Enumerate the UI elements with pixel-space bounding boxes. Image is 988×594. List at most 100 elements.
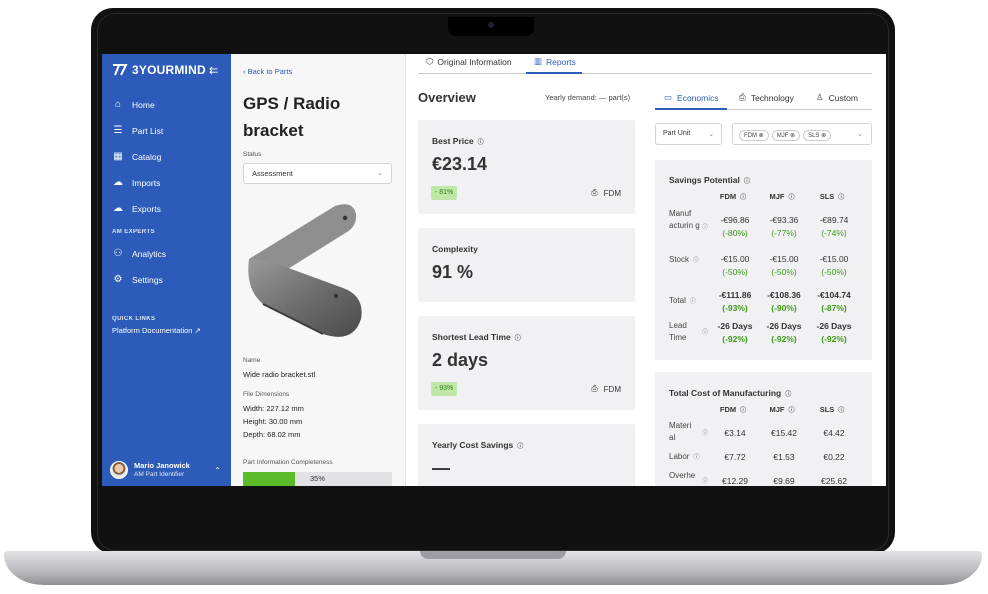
overview-heading: Overview bbox=[418, 90, 476, 105]
tab-technology[interactable]: ⎙ Technology bbox=[739, 92, 794, 103]
cost-cell: €25.62 bbox=[821, 476, 847, 486]
info-icon[interactable]: ⓘ bbox=[838, 195, 844, 201]
complexity-card: Complexity 91 % bbox=[418, 228, 635, 302]
sidebar-item-settings[interactable]: ⚙ Settings bbox=[112, 274, 163, 285]
info-icon[interactable]: ⓘ bbox=[515, 336, 521, 342]
complexity-value: 91 % bbox=[432, 262, 474, 282]
name-label: Name bbox=[243, 357, 261, 364]
cell-value: -26 Days bbox=[717, 321, 753, 331]
back-to-parts-link[interactable]: ‹ Back to Parts bbox=[243, 67, 292, 76]
tab-reports[interactable]: ▥ Reports bbox=[534, 56, 576, 67]
cell-percent: (-90%) bbox=[771, 303, 797, 313]
platform-documentation-link[interactable]: Platform Documentation ↗ bbox=[112, 326, 201, 335]
info-icon[interactable]: ⓘ bbox=[690, 299, 696, 305]
part-unit-select[interactable]: Part Unit ⌄ bbox=[655, 123, 722, 145]
cell-percent: (-92%) bbox=[771, 334, 797, 344]
card-title: Yearly Cost Savings ⓘ bbox=[432, 440, 523, 450]
card-title: Complexity bbox=[432, 244, 478, 254]
brand-logo[interactable]: 3YOURMIND bbox=[112, 62, 206, 78]
tab-custom[interactable]: ♙ Custom bbox=[816, 92, 858, 103]
info-icon[interactable]: ⓘ bbox=[517, 444, 523, 450]
info-icon[interactable]: ⓘ bbox=[740, 195, 746, 201]
info-icon[interactable]: ⓘ bbox=[702, 222, 708, 231]
cell-percent: (-92%) bbox=[821, 334, 847, 344]
savings-cell: -€15.00 (-50%) bbox=[759, 253, 809, 279]
info-icon[interactable]: ⓘ bbox=[788, 408, 794, 414]
user-menu[interactable]: Mario Janowick AM Part Identifier ⌃ bbox=[102, 454, 231, 486]
list-icon: ☰ bbox=[113, 125, 123, 136]
cell-value: -26 Days bbox=[816, 321, 852, 331]
filter-chip-sls[interactable]: SLS ⊗ bbox=[803, 130, 832, 141]
completeness-progress-bar: 35% bbox=[243, 472, 392, 486]
laptop-base-notch bbox=[420, 551, 566, 559]
chip-label: SLS bbox=[808, 133, 820, 139]
sidebar-item-exports[interactable]: ☁ Exports bbox=[112, 203, 161, 214]
main-content: ⬡ Original Information ▥ Reports Overview … bbox=[406, 54, 886, 486]
user-role: AM Part Identifier bbox=[134, 470, 185, 478]
sidebar-item-label: Exports bbox=[132, 203, 161, 214]
panel-title-text: Savings Potential bbox=[669, 175, 740, 185]
status-select[interactable]: Assessment ⌄ bbox=[243, 163, 392, 184]
info-icon[interactable]: ⓘ bbox=[744, 179, 750, 185]
savings-cell: -€15.00 (-50%) bbox=[809, 253, 859, 279]
info-icon[interactable]: ⓘ bbox=[702, 476, 708, 485]
brand-name: 3YOURMIND bbox=[132, 63, 206, 77]
cell-value: -€89.74 bbox=[819, 215, 849, 225]
col-label: FDM bbox=[719, 192, 737, 201]
cell-percent: (-50%) bbox=[771, 267, 797, 277]
cell-percent: (-74%) bbox=[821, 228, 847, 238]
tab-economics[interactable]: ▭ Economics bbox=[664, 92, 719, 103]
cell-percent: (-93%) bbox=[722, 303, 748, 313]
tab-label: Original Information bbox=[437, 56, 512, 67]
part-panel: ‹ Back to Parts GPS / Radio bracket Stat… bbox=[231, 54, 406, 486]
info-icon[interactable]: ⓘ bbox=[740, 408, 746, 414]
cost-cell: €9.69 bbox=[773, 476, 795, 486]
info-icon[interactable]: ⓘ bbox=[785, 392, 791, 398]
card-title-text: Best Price bbox=[432, 136, 474, 146]
user-name: Mario Janowick bbox=[134, 461, 190, 471]
column-header-sls: SLS ⓘ bbox=[808, 192, 856, 201]
info-icon[interactable]: ⓘ bbox=[702, 327, 708, 336]
info-icon[interactable]: ⓘ bbox=[478, 140, 484, 146]
user-icon: ♙ bbox=[816, 92, 824, 102]
row-label-text: Stock bbox=[669, 255, 690, 264]
filter-chip-mjf[interactable]: MJF ⊗ bbox=[771, 130, 801, 141]
best-price-card: Best Price ⓘ €23.14 - 81% ⎙ FDM bbox=[418, 120, 635, 214]
best-price-value: €23.14 bbox=[432, 154, 488, 174]
savings-cell: -€104.74 (-87%) bbox=[809, 289, 859, 315]
brand-logo-icon bbox=[113, 64, 128, 76]
cell-percent: (-80%) bbox=[722, 228, 748, 238]
info-icon[interactable]: ⓘ bbox=[788, 195, 794, 201]
technology-filter-select[interactable]: FDM ⊗ MJF ⊗ SLS ⊗ ⌄ bbox=[732, 123, 872, 145]
sidebar-item-analytics[interactable]: ⚇ Analytics bbox=[112, 248, 167, 259]
collapse-menu-icon[interactable]: ⇇ bbox=[209, 64, 218, 77]
cost-cell: €1.53 bbox=[773, 452, 795, 462]
dimension-depth: Depth: 68.02 mm bbox=[243, 430, 301, 439]
chevron-down-icon: ⌄ bbox=[708, 131, 714, 138]
info-icon[interactable]: ⓘ bbox=[693, 455, 699, 461]
row-label-text: Lead Time bbox=[669, 321, 687, 342]
filter-chip-fdm[interactable]: FDM ⊗ bbox=[739, 130, 769, 141]
tab-original-information[interactable]: ⬡ Original Information bbox=[426, 56, 512, 67]
app-screen: 3YOURMIND ⇇ ⌂ Home ☰ Part List ▦ Catalog ☁ I… bbox=[102, 54, 886, 486]
dimension-height: Height: 30.00 mm bbox=[243, 417, 303, 426]
info-icon[interactable]: ⓘ bbox=[693, 258, 699, 264]
sidebar-item-catalog[interactable]: ▦ Catalog bbox=[112, 151, 161, 162]
cell-value: -€15.00 bbox=[769, 254, 799, 264]
printer-icon: ⎙ bbox=[739, 92, 746, 102]
sidebar-item-home[interactable]: ⌂ Home bbox=[112, 99, 155, 110]
info-icon[interactable]: ⓘ bbox=[838, 408, 844, 414]
panel-title: Savings Potential ⓘ bbox=[669, 175, 750, 185]
sidebar-item-imports[interactable]: ☁ Imports bbox=[112, 177, 160, 188]
col-label: SLS bbox=[819, 405, 835, 414]
info-icon[interactable]: ⓘ bbox=[702, 428, 708, 437]
cell-percent: (-50%) bbox=[722, 267, 748, 277]
part-3d-preview[interactable] bbox=[243, 204, 393, 339]
section-quick-links: QUICK LINKS bbox=[112, 316, 156, 322]
cost-cell: €15.42 bbox=[771, 428, 797, 438]
sidebar-item-part-list[interactable]: ☰ Part List bbox=[112, 125, 164, 136]
dimension-width: Width: 227.12 mm bbox=[243, 404, 304, 413]
cell-value: -€15.00 bbox=[819, 254, 849, 264]
section-am-experts: AM EXPERTS bbox=[112, 229, 156, 235]
active-tab-indicator bbox=[655, 108, 727, 110]
